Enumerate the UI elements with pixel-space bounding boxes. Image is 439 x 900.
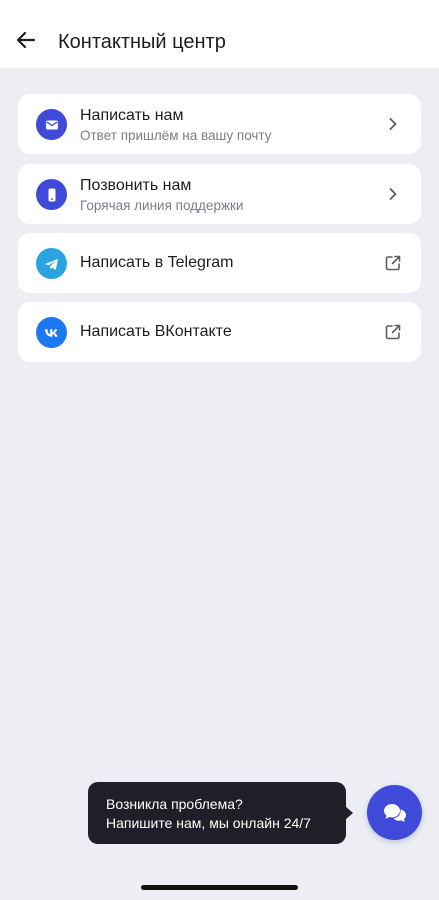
chat-button[interactable] (367, 785, 422, 840)
vk-icon (36, 317, 67, 348)
phone-icon (36, 179, 67, 210)
chat-tooltip-line1: Возникла проблема? (106, 796, 243, 812)
back-button[interactable] (12, 26, 40, 54)
chat-bubbles-icon (383, 803, 406, 822)
contact-vk-item[interactable]: Написать ВКонтакте (18, 302, 421, 362)
arrow-left-icon (16, 31, 36, 49)
contact-title: Позвонить нам (80, 177, 192, 194)
chevron-right-icon (383, 184, 403, 204)
external-link-icon (383, 322, 403, 342)
contact-email-item[interactable]: Написать нам Ответ пришлём на вашу почту (18, 94, 421, 154)
contact-subtitle: Горячая линия поддержки (80, 198, 244, 213)
page-title: Контактный центр (58, 31, 226, 53)
app-header: Контактный центр (0, 0, 439, 68)
chat-tooltip-line2: Напишите нам, мы онлайн 24/7 (106, 815, 311, 831)
tooltip-arrow (345, 806, 353, 820)
contact-telegram-item[interactable]: Написать в Telegram (18, 233, 421, 293)
screen: Контактный центр Написать нам Ответ приш… (0, 0, 439, 900)
mail-icon (36, 109, 67, 140)
chat-tooltip[interactable]: Возникла проблема? Напишите нам, мы онла… (88, 782, 353, 844)
home-indicator (141, 885, 298, 890)
chevron-right-icon (383, 114, 403, 134)
contact-title: Написать ВКонтакте (80, 323, 232, 340)
telegram-icon (36, 248, 67, 279)
contact-title: Написать нам (80, 107, 184, 124)
contact-phone-item[interactable]: Позвонить нам Горячая линия поддержки (18, 164, 421, 224)
external-link-icon (383, 253, 403, 273)
contact-title: Написать в Telegram (80, 254, 234, 271)
contact-subtitle: Ответ пришлём на вашу почту (80, 128, 272, 143)
